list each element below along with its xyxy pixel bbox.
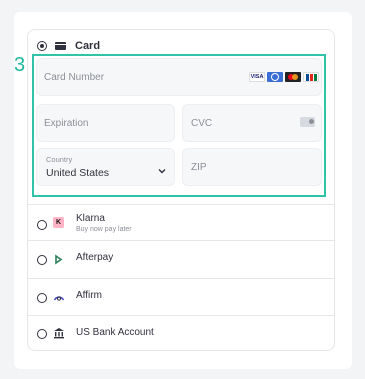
bank-radio[interactable] xyxy=(37,329,47,339)
payment-method-afterpay[interactable]: Afterpay xyxy=(28,240,334,278)
afterpay-radio[interactable] xyxy=(37,255,47,265)
afterpay-name: Afterpay xyxy=(76,252,114,263)
affirm-radio[interactable] xyxy=(37,293,47,303)
klarna-subtitle: Buy now pay later xyxy=(76,226,132,233)
bank-name: US Bank Account xyxy=(76,327,154,338)
payment-method-us-bank[interactable]: US Bank Account xyxy=(28,315,334,351)
bank-icon xyxy=(53,326,65,339)
card-label: Card xyxy=(75,40,101,52)
klarna-name: Klarna xyxy=(76,213,105,224)
klarna-radio[interactable] xyxy=(37,220,47,230)
step-highlight-box xyxy=(32,54,326,197)
card-radio[interactable] xyxy=(37,41,47,51)
payment-method-affirm[interactable]: Affirm xyxy=(28,278,334,315)
affirm-icon xyxy=(53,289,65,301)
affirm-name: Affirm xyxy=(76,290,102,301)
credit-card-icon xyxy=(55,42,66,50)
step-marker: 3 xyxy=(14,54,26,76)
klarna-icon: K xyxy=(53,217,64,228)
afterpay-icon xyxy=(53,252,64,265)
